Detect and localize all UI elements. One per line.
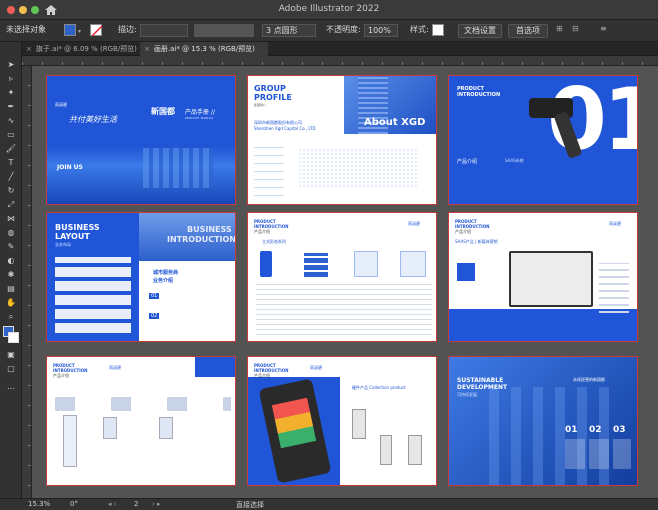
- artboard-9-sustainable[interactable]: SUSTAINABLE DEVELOPMENT 可持续发展 永续经营的新国都 0…: [448, 356, 638, 486]
- hand-tool-icon[interactable]: ✋: [5, 298, 17, 307]
- vertical-ruler[interactable]: [22, 66, 32, 498]
- next-artboard-icon[interactable]: › ▸: [152, 500, 161, 508]
- join-us-label: JOIN US: [57, 164, 83, 171]
- rotation-angle[interactable]: 0°: [70, 500, 78, 508]
- artboard-8-hardware[interactable]: PRODUCT INTRODUCTION 产品介绍 雨溪碧 硬件产品 Colle…: [247, 356, 437, 486]
- status-bar: 15.3% 0° ◂ ‹ 2 › ▸ 直接选择: [0, 498, 658, 510]
- stroke-weight-field[interactable]: [140, 24, 188, 37]
- zoom-level[interactable]: 15.3%: [28, 500, 50, 508]
- about-heading: About XGD: [364, 117, 426, 128]
- tab-brochure-doc[interactable]: × 画册.ai* @ 15.3 % (RGB/预览): [140, 42, 268, 56]
- close-icon: ×: [144, 45, 150, 53]
- current-tool: 直接选择: [236, 501, 264, 509]
- fill-swatch[interactable]: [64, 24, 76, 36]
- control-bar: 未选择对象 ▾ 描边: 3 点圆形 不透明度: 100% 样式: 文档设置 首选…: [0, 20, 658, 42]
- selection-tool-icon[interactable]: ➤: [5, 60, 17, 69]
- artboard-7-products[interactable]: PRODUCT INTRODUCTION 产品介绍 雨溪碧: [46, 356, 236, 486]
- line-tool-icon[interactable]: ╱: [5, 172, 17, 181]
- horizontal-ruler[interactable]: [22, 56, 658, 66]
- tools-panel: ➤ ▹ ✦ ✒ ∿ ▭ 🖌 T ╱ ↻ ⤢ ⋈ ◍ ✎ ◐ ✱ ▤ ✋ ⌕ ▣ …: [0, 42, 22, 498]
- artboard-6-saas[interactable]: PRODUCT INTRODUCTION 产品介绍 雨溪碧 SAAS产品 | 新…: [448, 212, 638, 342]
- zoom-tool-icon[interactable]: ⌕: [5, 312, 17, 321]
- world-map: [298, 148, 418, 188]
- artboard-2-profile[interactable]: GROUP PROFILE 集团简介 深圳市新国都股份有限公司 Shenzhen…: [247, 75, 437, 205]
- shape-builder-icon[interactable]: ◍: [5, 228, 17, 237]
- artboard-5-products[interactable]: PRODUCT INTRODUCTION 产品介绍 雨溪碧 立式形态系列: [247, 212, 437, 342]
- curvature-tool-icon[interactable]: ∿: [5, 116, 17, 125]
- rectangle-tool-icon[interactable]: ▭: [5, 130, 17, 139]
- laptop-mockup: [509, 251, 593, 307]
- document-setup-button[interactable]: 文档设置: [458, 24, 502, 38]
- profile-heading: PROFILE: [254, 93, 292, 102]
- kiosk-device: [63, 415, 77, 467]
- blend-tool-icon[interactable]: ◐: [5, 256, 17, 265]
- stroke-label: 描边:: [118, 25, 137, 34]
- opacity-label: 不透明度:: [326, 25, 361, 34]
- type-tool-icon[interactable]: T: [5, 158, 17, 167]
- align-icon[interactable]: ⊞: [556, 24, 563, 33]
- close-icon: ×: [26, 45, 32, 53]
- group-heading: GROUP: [254, 84, 286, 93]
- title-bar: Adobe Illustrator 2022: [0, 0, 658, 20]
- app-title: Adobe Illustrator 2022: [278, 4, 380, 14]
- more-tools-icon[interactable]: …: [5, 382, 17, 391]
- chevron-down-icon[interactable]: ▾: [78, 28, 81, 35]
- selection-status: 未选择对象: [6, 25, 46, 34]
- scale-tool-icon[interactable]: ⤢: [5, 200, 17, 209]
- eyedropper-tool-icon[interactable]: ✎: [5, 242, 17, 251]
- style-label: 样式:: [410, 25, 429, 34]
- screen-mode-icon[interactable]: ▢: [5, 364, 17, 373]
- stroke-swatch[interactable]: [90, 24, 103, 37]
- brand-logo: 雨溪碧: [55, 102, 67, 107]
- document-tabs: × 旗子.ai* @ 6.09 % (RGB/预览) × 画册.ai* @ 15.3…: [22, 42, 658, 56]
- graph-tool-icon[interactable]: ▤: [5, 284, 17, 293]
- drawing-mode-icon[interactable]: ▣: [5, 350, 17, 359]
- magic-wand-icon[interactable]: ✦: [5, 88, 17, 97]
- cover-title: 新国都: [151, 107, 175, 116]
- transform-icon[interactable]: ⊟: [572, 24, 579, 33]
- opacity-field[interactable]: 100%: [364, 24, 398, 37]
- symbol-sprayer-icon[interactable]: ✱: [5, 270, 17, 279]
- brush-definition-select[interactable]: 3 点圆形: [262, 24, 316, 37]
- cover-small-text: PRODUCT MANUAL: [185, 116, 214, 120]
- menu-icon[interactable]: ≡: [600, 24, 607, 33]
- preferences-button[interactable]: 首选项: [508, 24, 548, 38]
- artboard-3-intro[interactable]: PRODUCT INTRODUCTION 01 产品介绍 SAAS系统: [448, 75, 638, 205]
- artboard-4-business[interactable]: BUSINESS LAYOUT 业务布局 BUSINESS INTRODUCTI…: [46, 212, 236, 342]
- graphic-style-swatch[interactable]: [432, 24, 444, 36]
- tab-flag-doc[interactable]: × 旗子.ai* @ 6.09 % (RGB/预览): [22, 42, 140, 56]
- previous-artboard-icon[interactable]: ◂ ‹: [108, 500, 117, 508]
- paintbrush-tool-icon[interactable]: 🖌: [5, 144, 17, 153]
- profile-tag: 集团简介: [254, 103, 267, 107]
- stroke-color-icon[interactable]: [8, 332, 19, 343]
- city-skyline: [143, 148, 213, 188]
- company-en: Shenzhen Xgd Capital Co., LTD: [254, 126, 316, 131]
- pen-tool-icon[interactable]: ✒: [5, 102, 17, 111]
- canvas[interactable]: 雨溪碧 共付美好生活 新国都 产品手册 // PRODUCT MANUAL JO…: [32, 66, 658, 498]
- artboard-number[interactable]: 2: [134, 500, 138, 508]
- artboard-1-cover[interactable]: 雨溪碧 共付美好生活 新国都 产品手册 // PRODUCT MANUAL JO…: [46, 75, 236, 205]
- business-cards: [55, 257, 131, 333]
- variable-width-profile[interactable]: [194, 24, 254, 37]
- direct-selection-tool-icon[interactable]: ▹: [5, 74, 17, 83]
- cover-subtitle: 产品手册 //: [185, 109, 215, 116]
- width-tool-icon[interactable]: ⋈: [5, 214, 17, 223]
- no-stroke-icon: [91, 25, 103, 37]
- calligraphy-slogan: 共付美好生活: [69, 115, 117, 124]
- rotate-tool-icon[interactable]: ↻: [5, 186, 17, 195]
